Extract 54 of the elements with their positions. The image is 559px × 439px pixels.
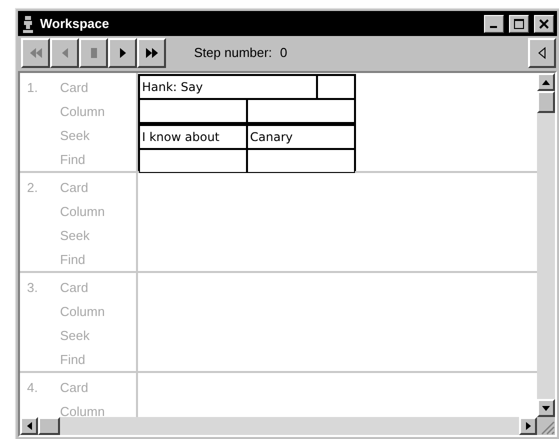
- step-field-label: Seek: [60, 227, 91, 245]
- step-field-label: Find: [60, 351, 86, 369]
- right-arrow-icon: [526, 422, 530, 430]
- step-field-label: Find: [60, 251, 86, 269]
- step-field-label: Seek: [60, 327, 91, 345]
- step-field-label: Card: [60, 179, 90, 197]
- maximize-icon: [514, 18, 524, 28]
- step-value: 0: [280, 44, 288, 62]
- grid-cell[interactable]: [247, 149, 355, 173]
- minimize-icon: [490, 26, 496, 28]
- toolbar-button[interactable]: [108, 38, 137, 68]
- step-number: 2.: [26, 179, 39, 197]
- minimize-button[interactable]: [484, 14, 504, 32]
- step-field-label: Find: [60, 151, 86, 169]
- grid-cell[interactable]: [139, 99, 247, 123]
- fast-forward-icon: [144, 47, 158, 59]
- step-field-label: Column: [60, 303, 105, 321]
- grid-cell[interactable]: [247, 99, 355, 123]
- left-arrow-icon: [26, 422, 32, 430]
- scroll-left-button[interactable]: [20, 417, 38, 435]
- scroll-up-button[interactable]: [537, 73, 555, 91]
- step-field-label: Card: [60, 279, 90, 297]
- step-field-label: Column: [60, 403, 105, 417]
- step-field-label: Card: [60, 379, 90, 397]
- scroll-down-button[interactable]: [537, 399, 555, 417]
- step-field-label: Column: [60, 203, 105, 221]
- vertical-scrollbar[interactable]: [537, 73, 555, 417]
- collapse-button[interactable]: [528, 38, 556, 68]
- step-field-label: Card: [60, 79, 90, 97]
- up-arrow-icon: [542, 80, 550, 84]
- down-arrow-icon: [542, 406, 550, 410]
- grid-cell[interactable]: Hank: Say: [139, 75, 317, 99]
- scroll-thumb[interactable]: [537, 91, 555, 113]
- step-field-label: Seek: [60, 127, 91, 145]
- step-field-label: Column: [60, 103, 105, 121]
- grid-cell[interactable]: Canary: [247, 125, 355, 149]
- close-icon: [539, 18, 549, 28]
- step-number: 4.: [26, 379, 39, 397]
- scroll-right-button[interactable]: [519, 417, 537, 435]
- toolbar-button[interactable]: [137, 38, 166, 68]
- window-title: Workspace: [40, 14, 110, 33]
- step-label: Step number:: [194, 44, 272, 62]
- app-icon: [21, 14, 35, 32]
- rewind-icon: [28, 47, 42, 59]
- horizontal-scrollbar[interactable]: [20, 417, 537, 435]
- grid-cell[interactable]: I know about: [139, 125, 247, 149]
- scroll-thumb[interactable]: [38, 417, 60, 435]
- left-arrow-icon: [537, 47, 547, 59]
- close-button[interactable]: [534, 14, 554, 32]
- grid-cell[interactable]: [139, 149, 247, 173]
- step-number: 3.: [26, 279, 39, 297]
- maximize-button[interactable]: [509, 14, 529, 32]
- step-number: 1.: [26, 79, 39, 97]
- grid-cell[interactable]: [317, 75, 355, 99]
